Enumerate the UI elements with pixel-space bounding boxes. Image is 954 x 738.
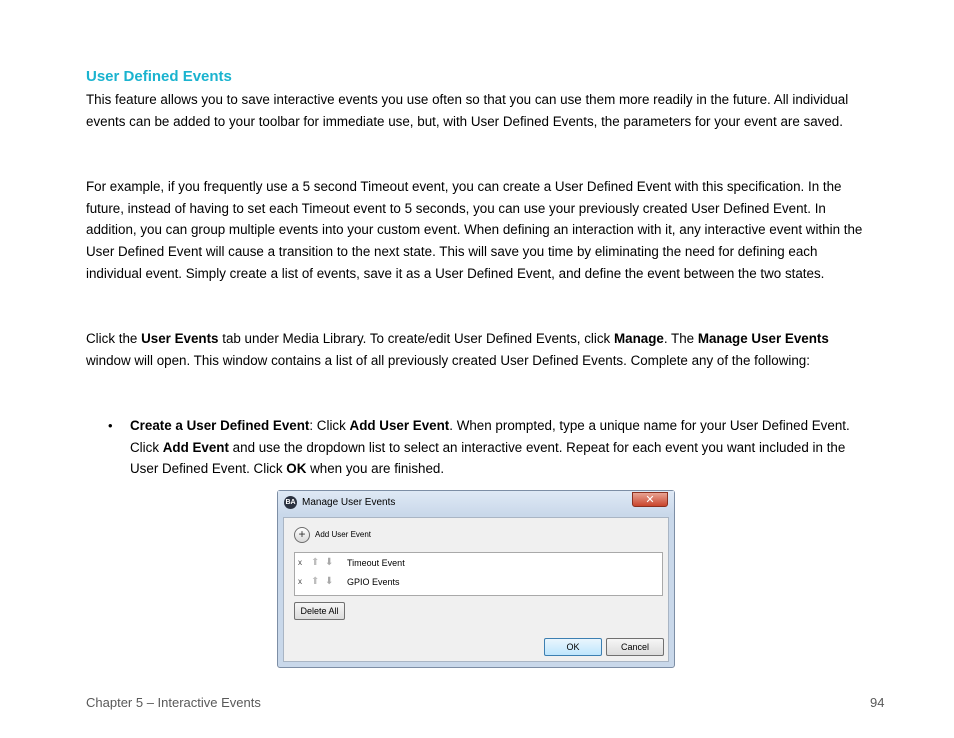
list-item[interactable]: x ⬆ ⬇ GPIO Events [295, 575, 662, 593]
arrow-down-icon[interactable]: ⬇ [325, 576, 333, 588]
instructions-paragraph: Click the User Events tab under Media Li… [86, 331, 829, 368]
app-logo-icon: BA [284, 496, 297, 509]
bullet-list: • Create a User Defined Event: Click Add … [86, 415, 871, 480]
delete-all-button[interactable]: Delete All [294, 602, 345, 620]
arrow-down-icon[interactable]: ⬇ [325, 557, 333, 569]
example-paragraph: For example, if you frequently use a 5 s… [86, 179, 863, 281]
cancel-button[interactable]: Cancel [606, 638, 664, 656]
remove-event-icon[interactable]: x [298, 577, 302, 586]
intro-paragraph: This feature allows you to save interact… [86, 92, 849, 129]
remove-event-icon[interactable]: x [298, 558, 302, 567]
arrow-up-icon[interactable]: ⬆ [311, 557, 319, 569]
manage-user-events-dialog: BA Manage User Events ✕ + Add User Event… [277, 490, 675, 668]
add-user-event-label: Add User Event [315, 530, 372, 539]
event-list: x ⬆ ⬇ Timeout Event x ⬆ ⬇ GPIO Events [294, 552, 663, 596]
event-name: Timeout Event [347, 558, 405, 568]
section-title: User Defined Events [86, 68, 232, 85]
dialog-titlebar: BA Manage User Events ✕ [278, 491, 674, 515]
footer-chapter: Chapter 5 – Interactive Events [86, 695, 261, 710]
ok-button[interactable]: OK [544, 638, 602, 656]
dialog-body: + Add User Event x ⬆ ⬇ Timeout Event x ⬆… [283, 517, 669, 662]
list-item[interactable]: x ⬆ ⬇ Timeout Event [295, 556, 662, 574]
event-name: GPIO Events [347, 577, 400, 587]
close-icon[interactable]: ✕ [632, 492, 668, 507]
plus-icon: + [294, 527, 310, 543]
page-number: 94 [870, 695, 885, 710]
bullet-dot: • [108, 418, 113, 433]
dialog-title: Manage User Events [302, 497, 396, 508]
arrow-up-icon[interactable]: ⬆ [311, 576, 319, 588]
bullet-item-create: • Create a User Defined Event: Click Add … [86, 415, 871, 480]
